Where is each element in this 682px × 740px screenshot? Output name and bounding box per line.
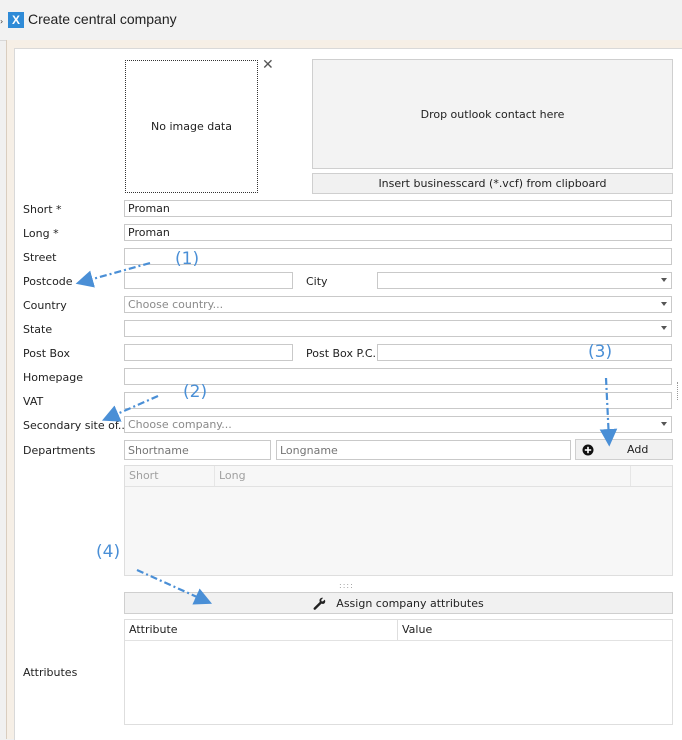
annotation-arrow-3 [599,377,618,447]
annotation-arrows [75,261,618,605]
annotation-arrow-4 [136,568,213,605]
annotation-arrow-2 [101,394,159,422]
annotation-arrow-1 [75,261,151,288]
